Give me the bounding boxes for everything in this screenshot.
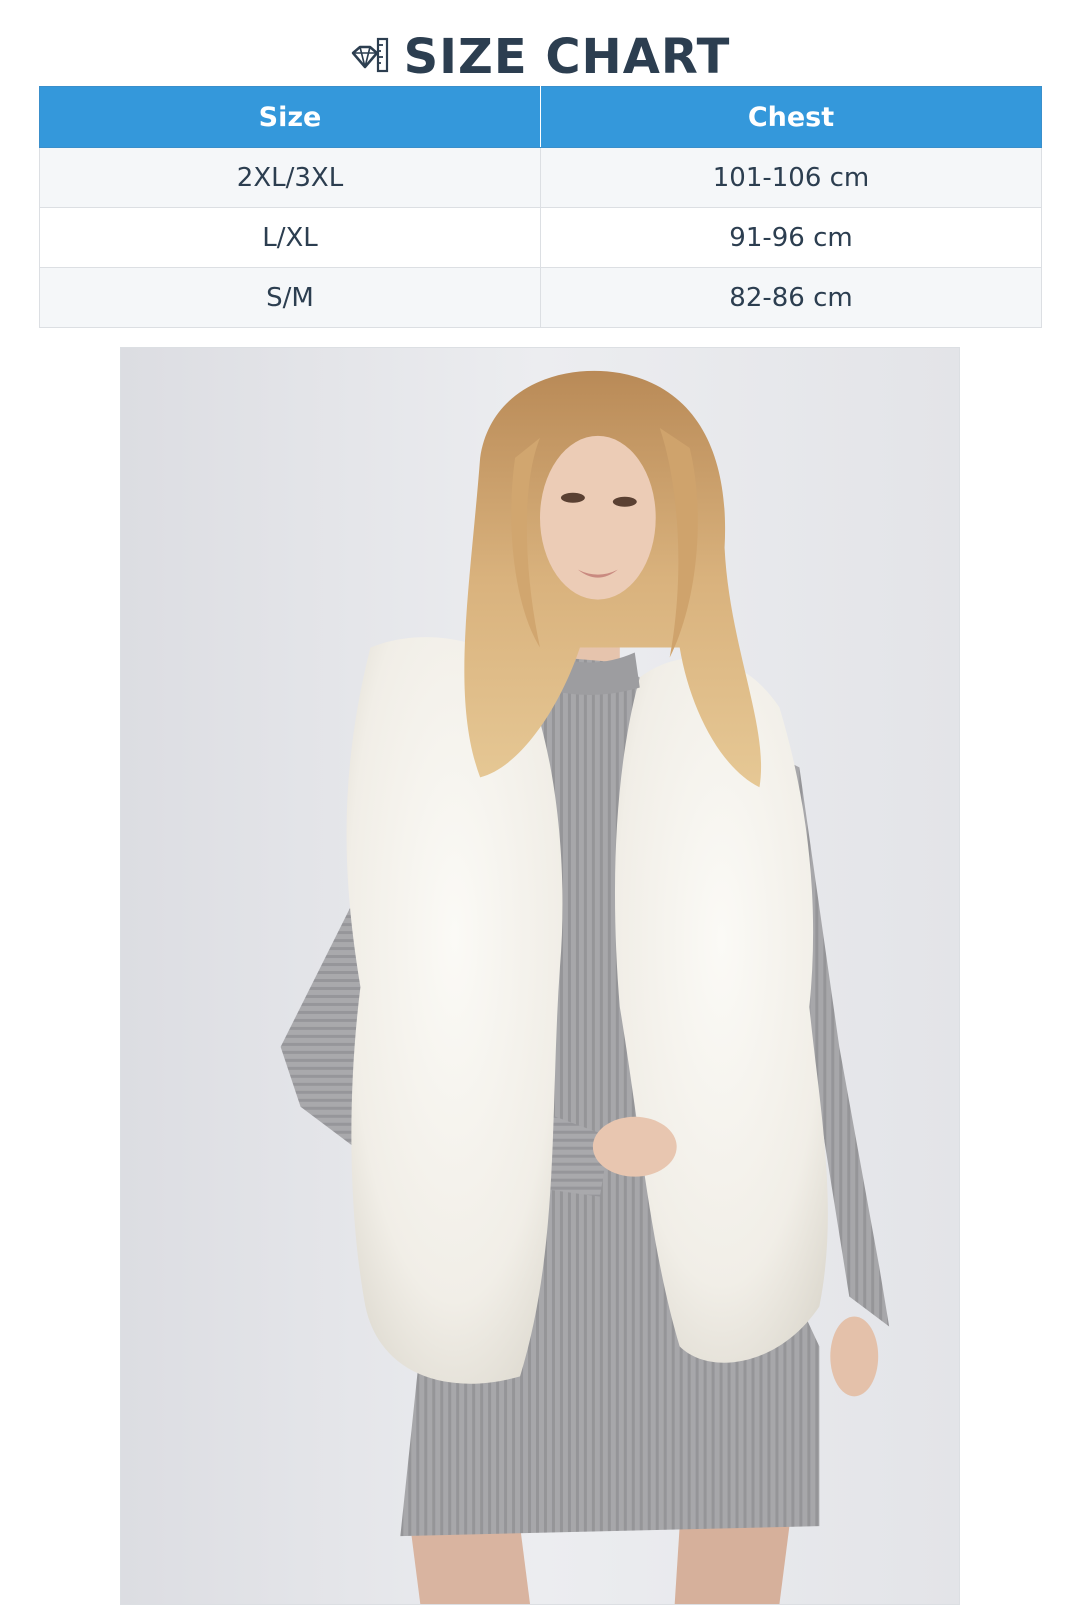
size-chart-title: SIZE CHART xyxy=(0,22,1080,92)
table-header-row: Size Chest xyxy=(39,86,1042,148)
model-illustration xyxy=(121,348,959,1604)
column-header-size: Size xyxy=(39,86,541,148)
table-row: S/M 82-86 cm xyxy=(39,267,1042,328)
chest-cell: 82-86 cm xyxy=(540,267,1042,328)
size-cell: 2XL/3XL xyxy=(39,147,541,208)
page-title: SIZE CHART xyxy=(403,29,731,85)
ruler-icon xyxy=(351,37,388,73)
column-header-chest: Chest xyxy=(540,86,1042,148)
size-cell: S/M xyxy=(39,267,541,328)
product-photo xyxy=(120,347,960,1605)
size-cell: L/XL xyxy=(39,207,541,268)
chest-cell: 101-106 cm xyxy=(540,147,1042,208)
size-table: Size Chest 2XL/3XL 101-106 cm L/XL 91-96… xyxy=(39,86,1042,328)
chest-cell: 91-96 cm xyxy=(540,207,1042,268)
table-row: L/XL 91-96 cm xyxy=(39,207,1042,268)
table-row: 2XL/3XL 101-106 cm xyxy=(39,147,1042,208)
